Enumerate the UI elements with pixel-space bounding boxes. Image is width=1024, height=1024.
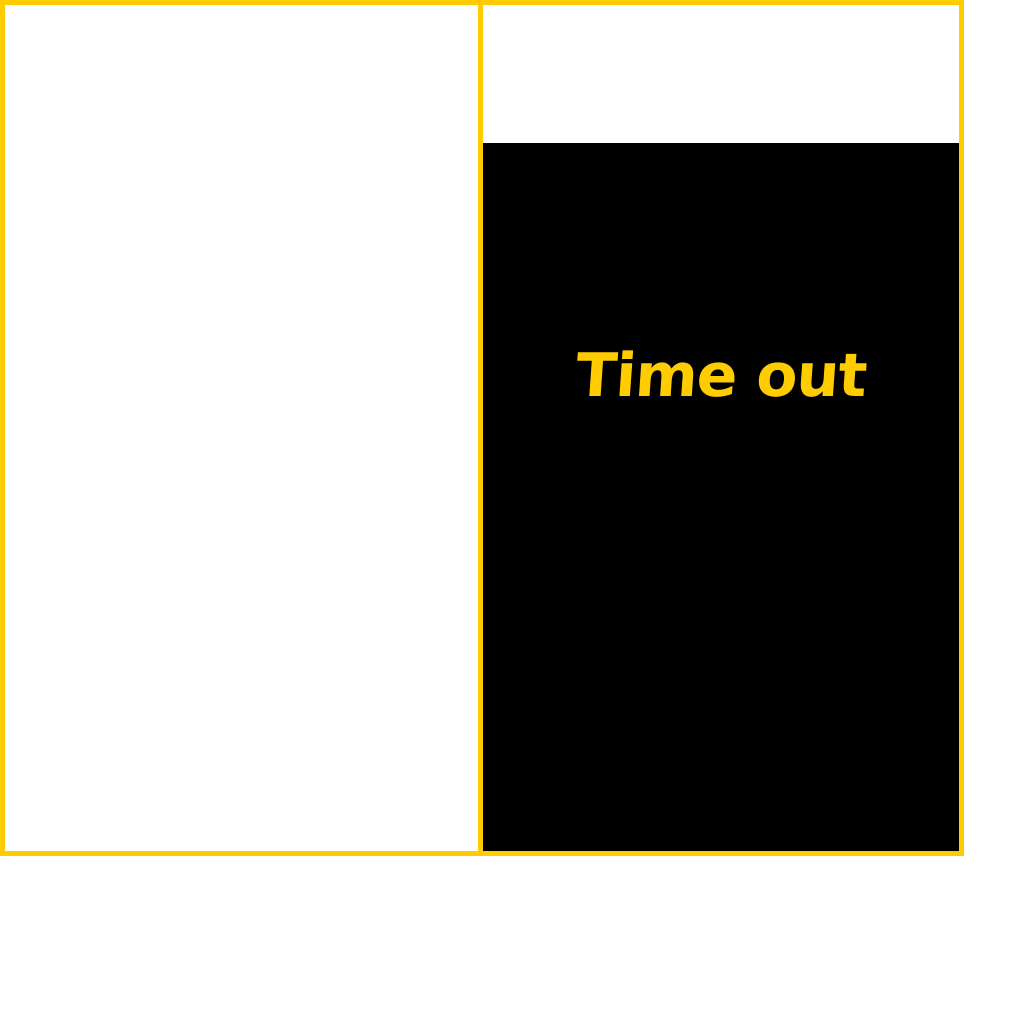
right-panel-header-area — [483, 5, 959, 143]
timeout-message: Time out — [573, 341, 869, 411]
left-panel — [0, 0, 483, 856]
right-panel: Time out — [478, 0, 964, 856]
result-screen: Time out — [483, 143, 959, 851]
